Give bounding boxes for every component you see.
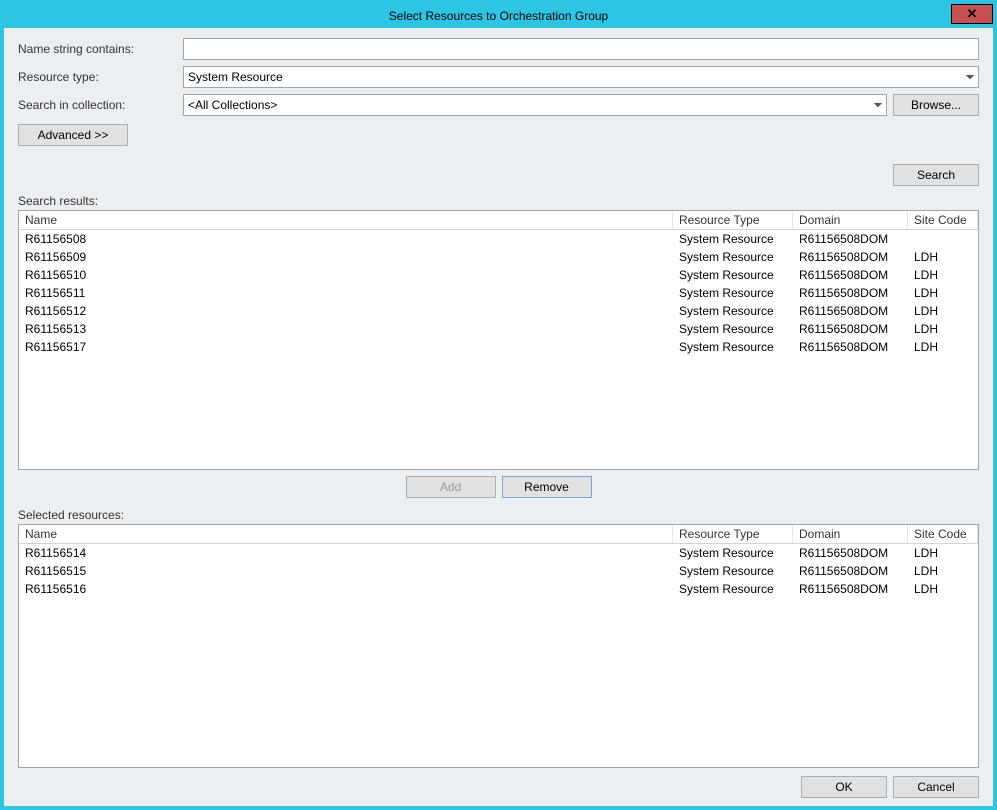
- cell-domain: R61156508DOM: [793, 266, 908, 284]
- cell-site: LDH: [908, 338, 978, 356]
- resource-type-select[interactable]: System Resource: [183, 66, 979, 88]
- advanced-button[interactable]: Advanced >>: [18, 124, 128, 146]
- add-button[interactable]: Add: [406, 476, 496, 498]
- col-header-site[interactable]: Site Code: [908, 525, 978, 543]
- label-selected-resources: Selected resources:: [18, 508, 979, 522]
- cell-name: R61156508: [19, 230, 673, 248]
- cell-domain: R61156508DOM: [793, 320, 908, 338]
- table-row[interactable]: R61156508System ResourceR61156508DOM: [19, 230, 978, 248]
- table-row[interactable]: R61156515System ResourceR61156508DOMLDH: [19, 562, 978, 580]
- table-row[interactable]: R61156516System ResourceR61156508DOMLDH: [19, 580, 978, 598]
- cell-domain: R61156508DOM: [793, 302, 908, 320]
- search-results-list[interactable]: Name Resource Type Domain Site Code R611…: [18, 210, 979, 470]
- col-header-name[interactable]: Name: [19, 525, 673, 543]
- cell-site: LDH: [908, 266, 978, 284]
- cell-domain: R61156508DOM: [793, 338, 908, 356]
- cell-type: System Resource: [673, 544, 793, 562]
- col-header-site[interactable]: Site Code: [908, 211, 978, 229]
- table-row[interactable]: R61156513System ResourceR61156508DOMLDH: [19, 320, 978, 338]
- table-row[interactable]: R61156517System ResourceR61156508DOMLDH: [19, 338, 978, 356]
- cell-site: LDH: [908, 248, 978, 266]
- cell-name: R61156513: [19, 320, 673, 338]
- cell-site: LDH: [908, 302, 978, 320]
- dialog-window: Select Resources to Orchestration Group …: [3, 3, 994, 807]
- row-name-filter: Name string contains:: [18, 38, 979, 60]
- cell-type: System Resource: [673, 320, 793, 338]
- cell-site: LDH: [908, 580, 978, 598]
- col-header-domain[interactable]: Domain: [793, 211, 908, 229]
- cell-domain: R61156508DOM: [793, 544, 908, 562]
- table-row[interactable]: R61156509System ResourceR61156508DOMLDH: [19, 248, 978, 266]
- cell-site: [908, 230, 978, 248]
- selected-resources-list[interactable]: Name Resource Type Domain Site Code R611…: [18, 524, 979, 768]
- dialog-footer: OK Cancel: [18, 768, 979, 798]
- cancel-button[interactable]: Cancel: [893, 776, 979, 798]
- label-resource-type: Resource type:: [18, 70, 183, 84]
- table-row[interactable]: R61156514System ResourceR61156508DOMLDH: [19, 544, 978, 562]
- selected-header: Name Resource Type Domain Site Code: [19, 525, 978, 544]
- results-body: R61156508System ResourceR61156508DOMR611…: [19, 230, 978, 356]
- remove-button[interactable]: Remove: [502, 476, 592, 498]
- window-title: Select Resources to Orchestration Group: [389, 9, 608, 23]
- col-header-type[interactable]: Resource Type: [673, 525, 793, 543]
- col-header-type[interactable]: Resource Type: [673, 211, 793, 229]
- dialog-content: Name string contains: Resource type: Sys…: [4, 28, 993, 806]
- cell-type: System Resource: [673, 302, 793, 320]
- row-advanced: Advanced >>: [18, 122, 979, 146]
- cell-name: R61156511: [19, 284, 673, 302]
- col-header-name[interactable]: Name: [19, 211, 673, 229]
- cell-type: System Resource: [673, 248, 793, 266]
- collection-select[interactable]: <All Collections>: [183, 94, 887, 116]
- cell-name: R61156516: [19, 580, 673, 598]
- cell-domain: R61156508DOM: [793, 248, 908, 266]
- cell-name: R61156515: [19, 562, 673, 580]
- label-name-contains: Name string contains:: [18, 42, 183, 56]
- cell-name: R61156509: [19, 248, 673, 266]
- cell-site: LDH: [908, 320, 978, 338]
- cell-site: LDH: [908, 562, 978, 580]
- browse-button[interactable]: Browse...: [893, 94, 979, 116]
- cell-site: LDH: [908, 284, 978, 302]
- ok-button[interactable]: OK: [801, 776, 887, 798]
- close-icon: ✕: [967, 6, 978, 21]
- cell-type: System Resource: [673, 562, 793, 580]
- cell-name: R61156517: [19, 338, 673, 356]
- cell-type: System Resource: [673, 230, 793, 248]
- cell-domain: R61156508DOM: [793, 284, 908, 302]
- table-row[interactable]: R61156511System ResourceR61156508DOMLDH: [19, 284, 978, 302]
- label-search-results: Search results:: [18, 194, 979, 208]
- close-button[interactable]: ✕: [951, 4, 993, 24]
- cell-domain: R61156508DOM: [793, 230, 908, 248]
- cell-type: System Resource: [673, 338, 793, 356]
- row-collection: Search in collection: <All Collections> …: [18, 94, 979, 116]
- results-header: Name Resource Type Domain Site Code: [19, 211, 978, 230]
- row-search: Search: [18, 164, 979, 186]
- cell-site: LDH: [908, 544, 978, 562]
- cell-domain: R61156508DOM: [793, 562, 908, 580]
- row-resource-type: Resource type: System Resource: [18, 66, 979, 88]
- label-collection: Search in collection:: [18, 98, 183, 112]
- cell-domain: R61156508DOM: [793, 580, 908, 598]
- cell-type: System Resource: [673, 266, 793, 284]
- titlebar: Select Resources to Orchestration Group …: [4, 4, 993, 28]
- table-row[interactable]: R61156510System ResourceR61156508DOMLDH: [19, 266, 978, 284]
- cell-type: System Resource: [673, 284, 793, 302]
- cell-name: R61156510: [19, 266, 673, 284]
- table-row[interactable]: R61156512System ResourceR61156508DOMLDH: [19, 302, 978, 320]
- cell-name: R61156514: [19, 544, 673, 562]
- cell-name: R61156512: [19, 302, 673, 320]
- name-contains-input[interactable]: [183, 38, 979, 60]
- selected-body: R61156514System ResourceR61156508DOMLDHR…: [19, 544, 978, 598]
- search-button[interactable]: Search: [893, 164, 979, 186]
- col-header-domain[interactable]: Domain: [793, 525, 908, 543]
- cell-type: System Resource: [673, 580, 793, 598]
- add-remove-row: Add Remove: [18, 470, 979, 508]
